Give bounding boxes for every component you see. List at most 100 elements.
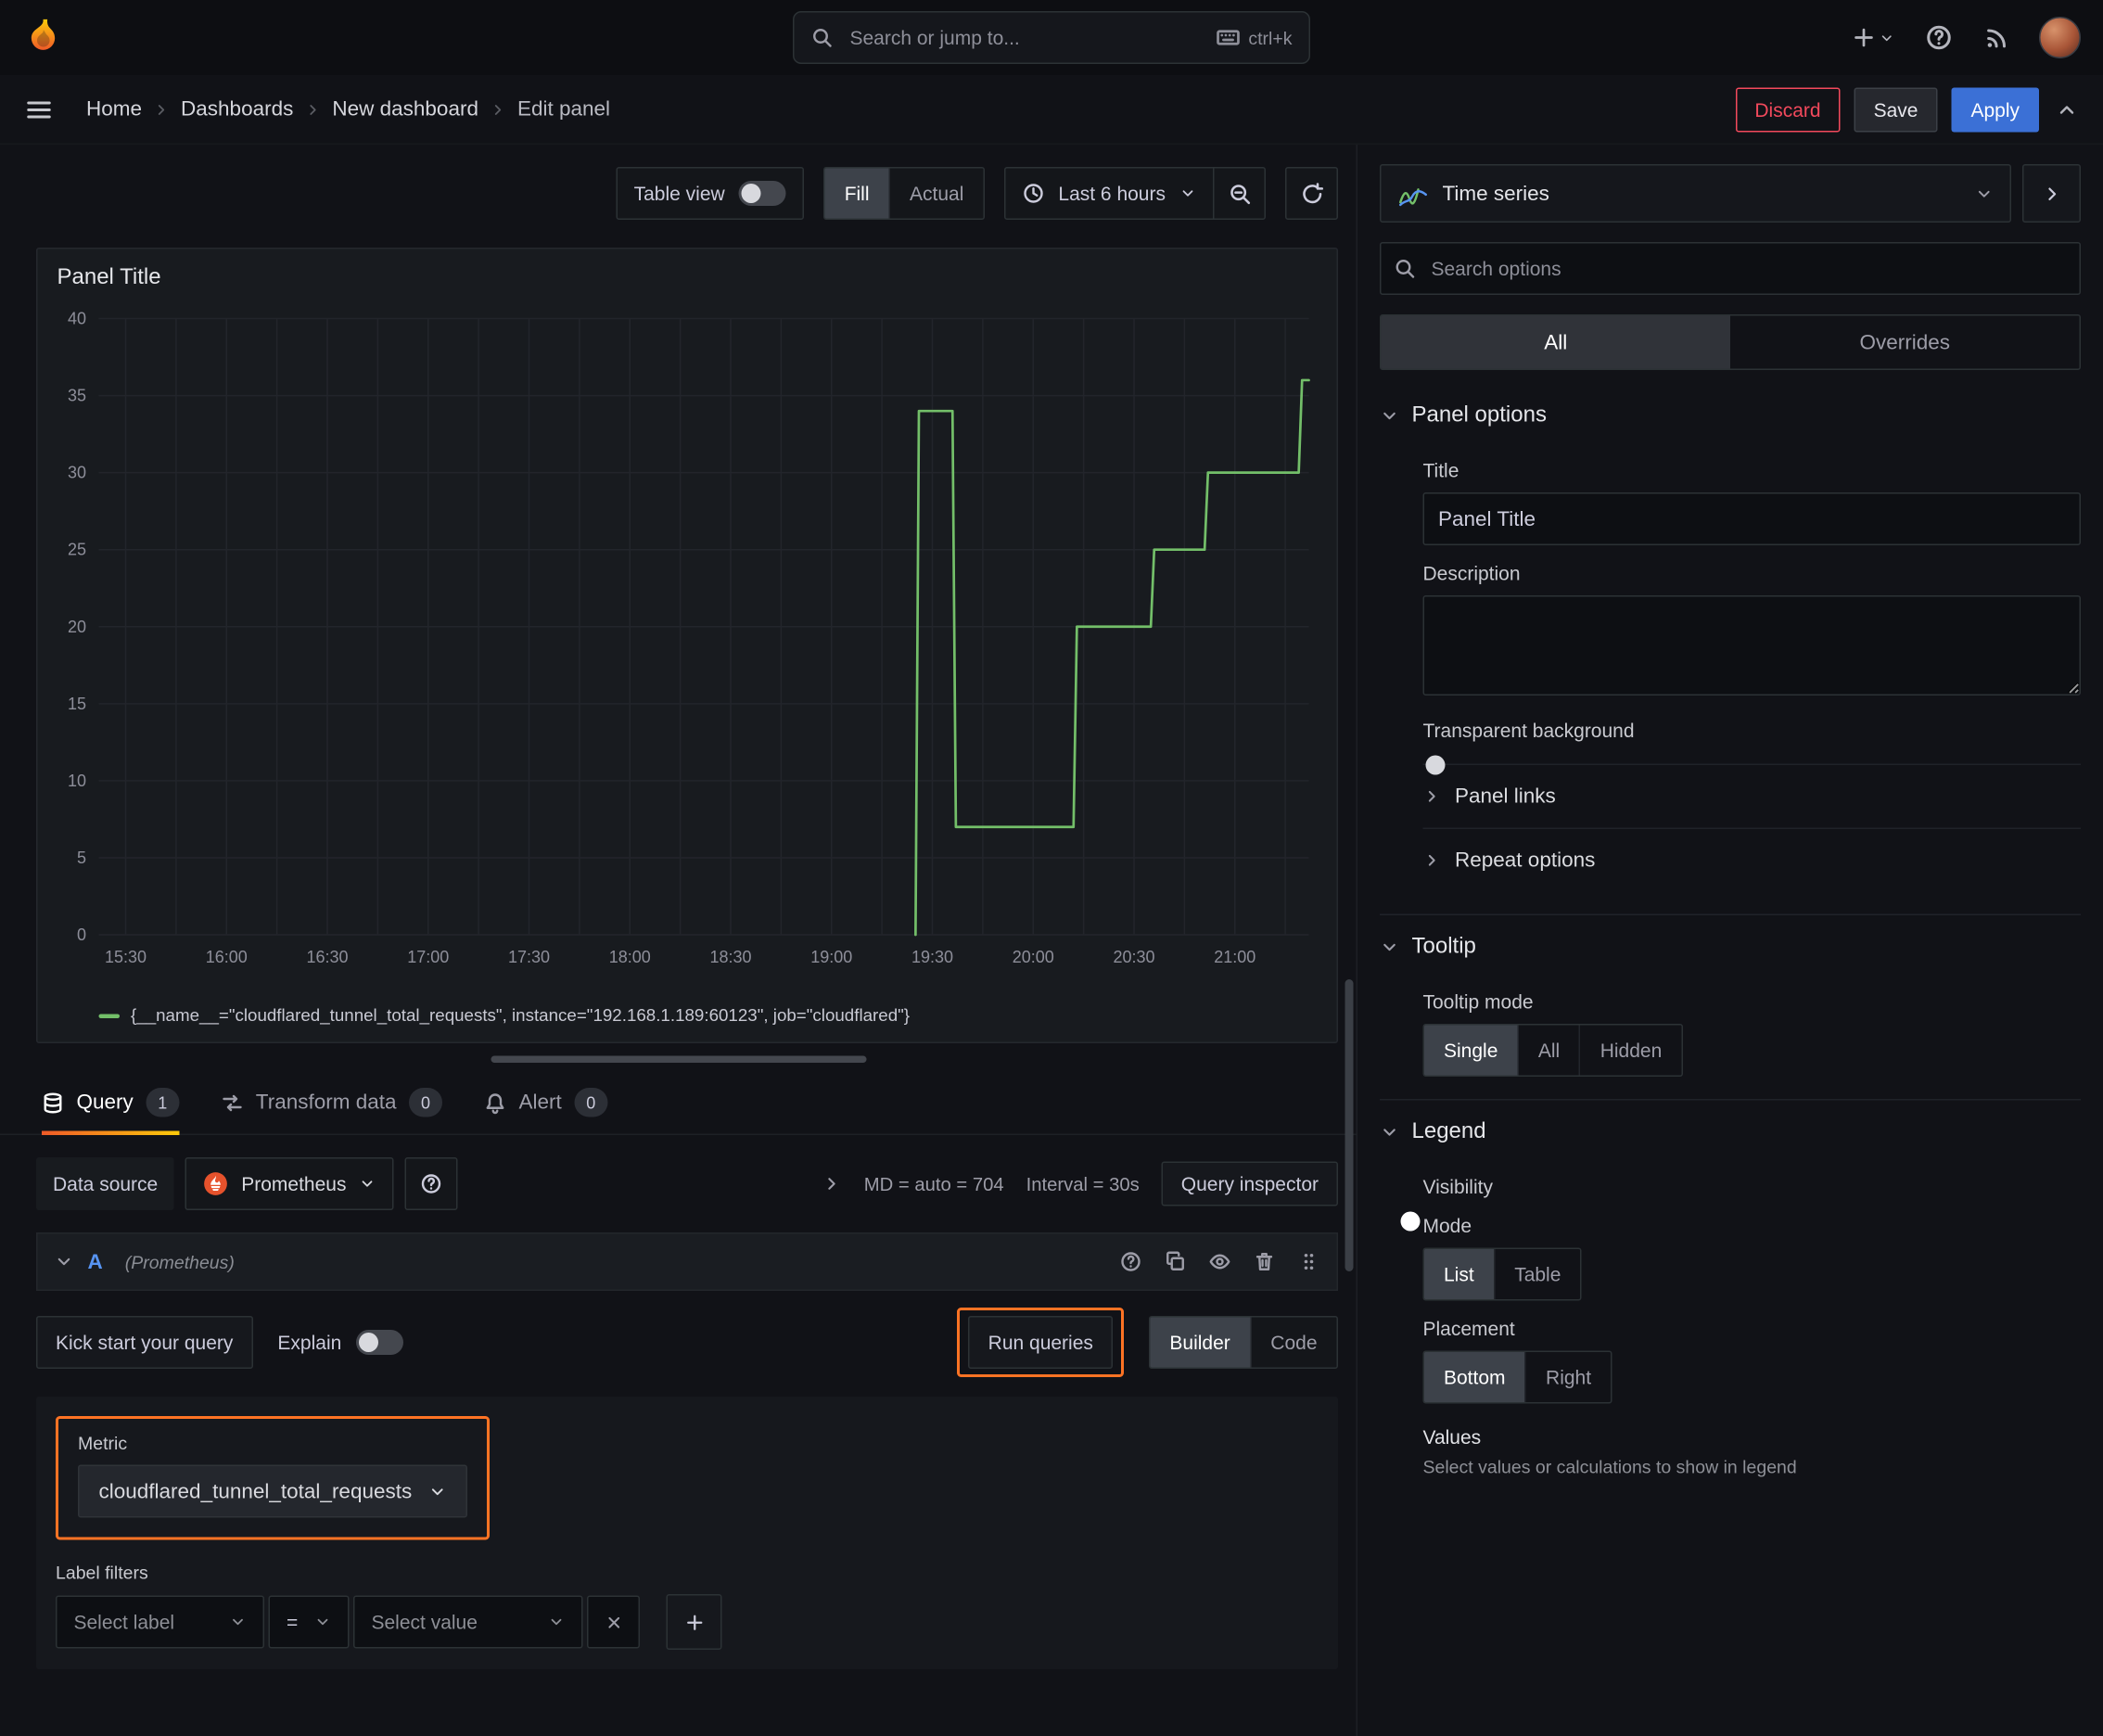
legend-header[interactable]: Legend	[1380, 1106, 2081, 1159]
svg-text:19:00: 19:00	[810, 948, 852, 966]
main-scrollbar-thumb[interactable]	[1345, 979, 1354, 1271]
tab-transform-data[interactable]: Transform data 0	[221, 1071, 443, 1134]
select-value-dropdown[interactable]: Select value	[353, 1595, 583, 1649]
tooltip-all-option[interactable]: All	[1517, 1025, 1579, 1076]
trash-icon[interactable]	[1254, 1251, 1276, 1273]
legend-mode-segmented: List Table	[1422, 1247, 1582, 1301]
apply-button[interactable]: Apply	[1951, 86, 2039, 132]
panel-resize-handle[interactable]	[490, 1055, 866, 1063]
repeat-options-section[interactable]: Repeat options	[1422, 827, 2081, 892]
data-source-picker[interactable]: Prometheus	[185, 1157, 394, 1210]
select-label-dropdown[interactable]: Select label	[56, 1595, 264, 1649]
explain-toggle[interactable]	[355, 1330, 403, 1355]
panel-options-header[interactable]: Panel options	[1380, 389, 2081, 442]
metric-value: cloudflared_tunnel_total_requests	[98, 1479, 413, 1503]
time-range-picker[interactable]: Last 6 hours	[1003, 167, 1215, 220]
discard-button[interactable]: Discard	[1735, 86, 1841, 132]
grafana-logo-icon[interactable]	[22, 17, 64, 58]
chevron-right-icon[interactable]	[822, 1174, 842, 1194]
breadcrumb-dashboards[interactable]: Dashboards	[181, 97, 293, 121]
svg-text:16:30: 16:30	[306, 948, 348, 966]
operator-value: =	[287, 1611, 299, 1633]
chevron-down-icon	[551, 1618, 562, 1626]
svg-text:5: 5	[77, 849, 86, 867]
svg-text:15:30: 15:30	[105, 948, 147, 966]
legend-mode-label: Mode	[1422, 1214, 1472, 1237]
svg-text:17:30: 17:30	[508, 948, 550, 966]
chevron-right-icon	[2047, 186, 2056, 200]
tooltip-single-option[interactable]: Single	[1424, 1025, 1518, 1076]
legend-right-option[interactable]: Right	[1524, 1352, 1612, 1402]
tooltip-hidden-option[interactable]: Hidden	[1579, 1025, 1681, 1076]
breadcrumb-new-dashboard[interactable]: New dashboard	[332, 97, 478, 121]
drag-handle-icon[interactable]	[1298, 1251, 1320, 1273]
remove-filter-button[interactable]	[587, 1595, 640, 1649]
transform-icon	[223, 1094, 242, 1111]
panel-links-label: Panel links	[1455, 785, 1556, 809]
menu-toggle-button[interactable]	[22, 93, 56, 126]
visualization-picker[interactable]: Time series	[1380, 164, 2011, 223]
help-icon	[1927, 25, 1951, 50]
data-source-help-button[interactable]	[404, 1157, 458, 1210]
svg-text:18:00: 18:00	[609, 948, 651, 966]
chevron-down-icon[interactable]	[55, 1252, 74, 1271]
fill-option[interactable]: Fill	[824, 168, 889, 219]
kick-start-query-button[interactable]: Kick start your query	[36, 1316, 253, 1369]
panel-links-section[interactable]: Panel links	[1422, 763, 2081, 828]
new-button[interactable]	[1849, 22, 1898, 53]
tab-all[interactable]: All	[1381, 315, 1730, 369]
tab-query-label: Query	[76, 1091, 134, 1115]
collapse-panel-button[interactable]	[2053, 96, 2081, 123]
save-button[interactable]: Save	[1854, 86, 1938, 132]
highlight-ring-run-queries: Run queries	[957, 1308, 1124, 1377]
query-row-header[interactable]: A (Prometheus)	[36, 1232, 1338, 1291]
help-icon[interactable]	[1120, 1251, 1142, 1273]
tooltip-header[interactable]: Tooltip	[1380, 921, 2081, 974]
chevron-up-icon	[2059, 105, 2074, 113]
eye-icon[interactable]	[1209, 1251, 1231, 1273]
builder-code-segmented: Builder Code	[1148, 1316, 1338, 1369]
tab-overrides[interactable]: Overrides	[1730, 316, 2080, 369]
chart-legend: {__name__="cloudflared_tunnel_total_requ…	[38, 1003, 1337, 1042]
prometheus-icon	[204, 1172, 228, 1195]
description-textarea[interactable]	[1422, 595, 2081, 696]
label-filters-label: Label filters	[56, 1562, 148, 1584]
legend-series-label[interactable]: {__name__="cloudflared_tunnel_total_requ…	[131, 1006, 910, 1026]
builder-option[interactable]: Builder	[1150, 1317, 1250, 1368]
chevron-down-icon	[1881, 34, 1892, 41]
refresh-button[interactable]	[1285, 167, 1338, 220]
breadcrumb-home[interactable]: Home	[86, 97, 142, 121]
data-source-row: Data source Prometheus MD = auto = 704 I…	[36, 1157, 1338, 1210]
code-option[interactable]: Code	[1249, 1317, 1337, 1368]
max-data-points-info: MD = auto = 704	[863, 1173, 1004, 1194]
zoom-out-button[interactable]	[1213, 167, 1266, 220]
timeseries-chart[interactable]: 0 5 10 15 20 25 30 35 40 15:30 16:00 16:30 17:00 17:3…	[38, 294, 1337, 997]
global-search[interactable]: ctrl+k	[793, 11, 1310, 64]
table-view-toggle[interactable]	[738, 181, 786, 206]
global-search-input[interactable]	[847, 25, 1202, 50]
options-search-input[interactable]	[1380, 242, 2081, 295]
chevron-down-icon	[233, 1618, 243, 1626]
top-nav: ctrl+k	[0, 0, 2103, 75]
panel-title-input[interactable]	[1422, 492, 2081, 545]
visualization-name: Time series	[1442, 181, 1549, 206]
legend-list-option[interactable]: List	[1424, 1249, 1494, 1299]
toggle-options-pane-button[interactable]	[2022, 164, 2081, 223]
legend-bottom-option[interactable]: Bottom	[1424, 1352, 1525, 1402]
run-queries-button[interactable]: Run queries	[968, 1316, 1113, 1369]
query-inspector-button[interactable]: Query inspector	[1161, 1161, 1338, 1206]
help-button[interactable]	[1922, 21, 1956, 55]
actual-option[interactable]: Actual	[888, 168, 984, 219]
add-filter-button[interactable]	[666, 1594, 722, 1650]
user-avatar[interactable]	[2039, 17, 2081, 58]
news-button[interactable]	[1981, 21, 2014, 55]
tab-alert-label: Alert	[518, 1091, 562, 1115]
metric-select[interactable]: cloudflared_tunnel_total_requests	[78, 1464, 468, 1518]
hamburger-icon	[27, 100, 51, 118]
tab-query[interactable]: Query 1	[42, 1071, 180, 1135]
legend-table-option[interactable]: Table	[1493, 1249, 1581, 1299]
duplicate-icon[interactable]	[1165, 1251, 1187, 1273]
svg-text:10: 10	[68, 772, 86, 790]
tab-alert[interactable]: Alert 0	[484, 1071, 608, 1134]
operator-dropdown[interactable]: =	[268, 1595, 350, 1649]
